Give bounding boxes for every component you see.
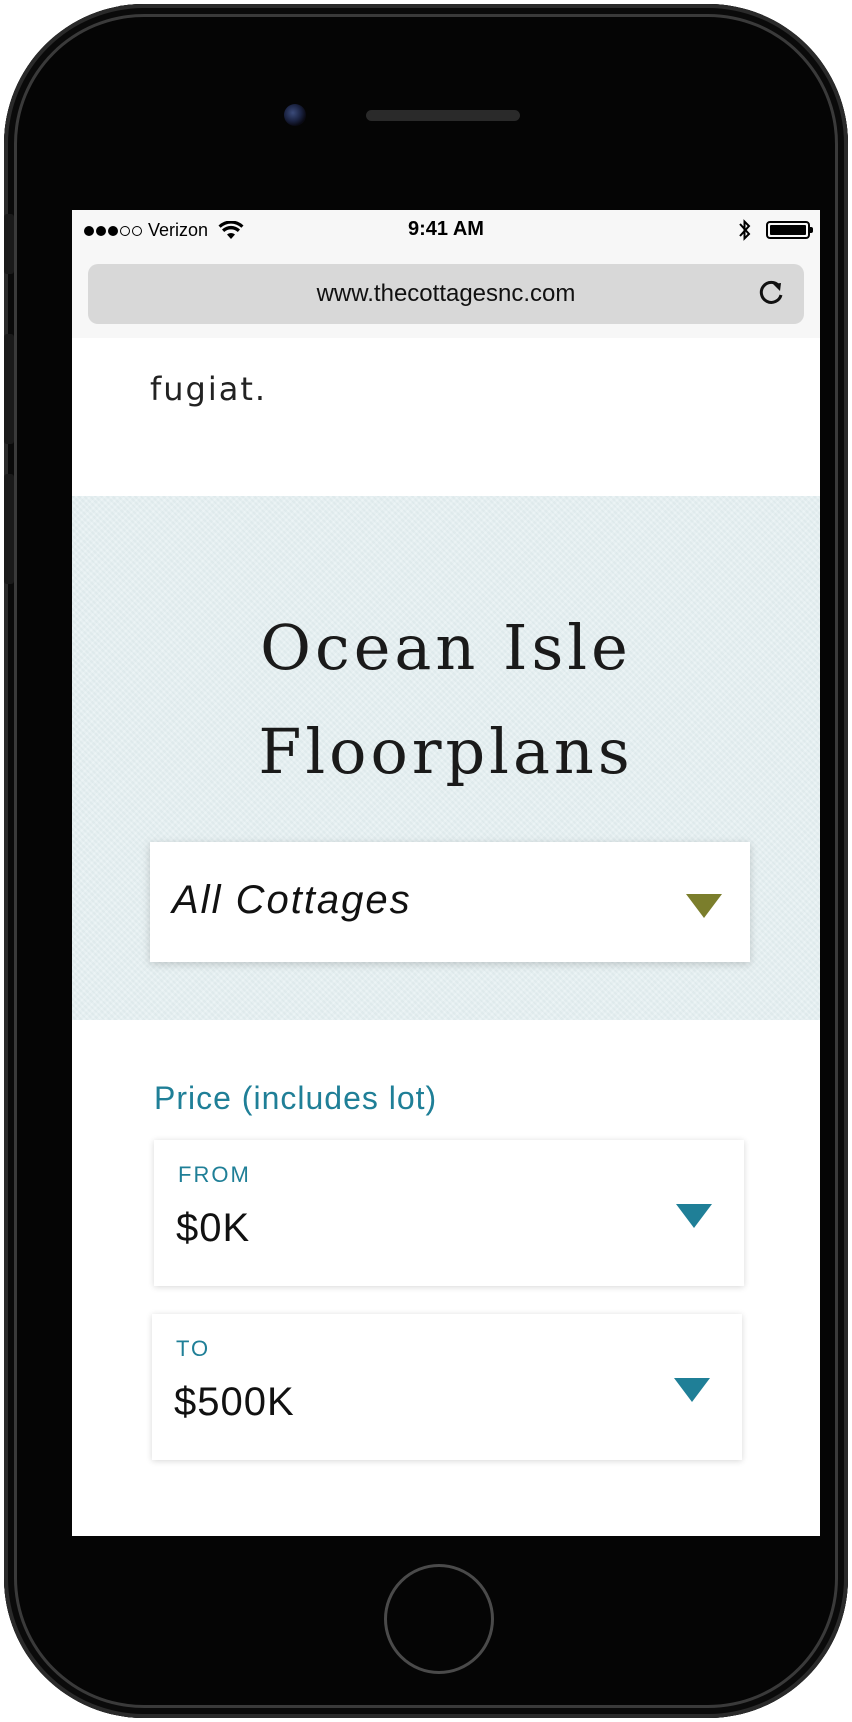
front-camera <box>284 104 306 126</box>
filters-section: Price (includes lot) FROM $0K TO $500K <box>72 1020 820 1536</box>
hero-section: Ocean Isle Floorplans All Cottages <box>72 496 820 1020</box>
price-filter-heading: Price (includes lot) <box>154 1080 438 1116</box>
price-to-label: TO <box>176 1336 211 1361</box>
address-bar[interactable]: www.thecottagesnc.com <box>88 264 804 324</box>
phone-frame: Verizon 9:41 AM www.thecottagesnc.com fu… <box>4 4 848 1718</box>
volume-down-button <box>4 474 14 584</box>
price-from-dropdown[interactable]: FROM $0K <box>154 1140 744 1286</box>
page-title: Ocean Isle Floorplans <box>72 596 820 804</box>
chevron-down-icon <box>686 894 722 918</box>
page-title-line-1: Ocean Isle <box>260 611 632 684</box>
site-logo[interactable]: fugiat. <box>150 370 267 408</box>
earpiece-speaker <box>366 110 520 121</box>
browser-toolbar: www.thecottagesnc.com <box>72 250 820 338</box>
status-time: 9:41 AM <box>408 218 484 240</box>
chevron-down-icon <box>674 1378 710 1402</box>
volume-up-button <box>4 334 14 444</box>
chevron-down-icon <box>676 1204 712 1228</box>
status-bar: Verizon 9:41 AM <box>72 210 820 250</box>
battery-icon <box>766 221 813 239</box>
price-from-value: $0K <box>176 1206 251 1250</box>
price-to-value: $500K <box>174 1380 295 1424</box>
phone-screen: Verizon 9:41 AM www.thecottagesnc.com fu… <box>72 210 820 1536</box>
reload-icon[interactable] <box>754 276 788 310</box>
url-text[interactable]: www.thecottagesnc.com <box>88 280 804 308</box>
next-filter-heading-cropped <box>154 1522 354 1536</box>
bluetooth-icon <box>739 219 751 241</box>
price-from-label: FROM <box>178 1162 251 1187</box>
home-button[interactable] <box>384 1564 494 1674</box>
price-to-dropdown[interactable]: TO $500K <box>152 1314 742 1460</box>
mute-switch <box>4 214 14 274</box>
cottage-select-value: All Cottages <box>172 878 412 922</box>
page-title-line-2: Floorplans <box>258 715 634 788</box>
status-right <box>738 218 813 242</box>
site-header: fugiat. <box>72 338 820 496</box>
cottage-select-dropdown[interactable]: All Cottages <box>150 842 750 962</box>
